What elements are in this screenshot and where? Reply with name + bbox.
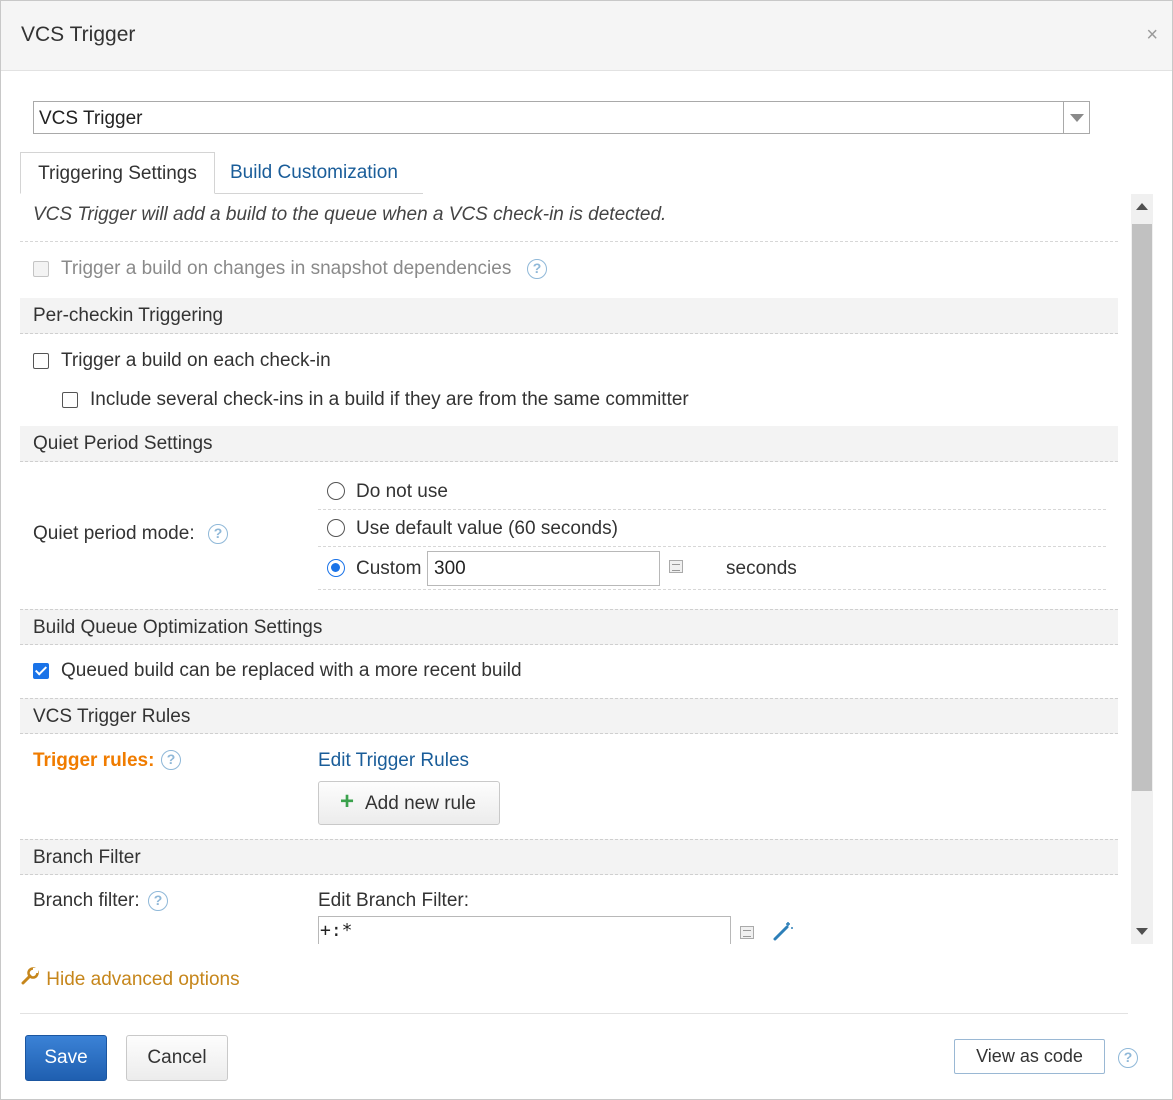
section-title: Branch Filter [33, 847, 141, 869]
settings-panel: VCS Trigger will add a build to the queu… [20, 194, 1128, 944]
radio-custom[interactable] [327, 559, 345, 577]
same-committer-label: Include several check-ins in a build if … [90, 389, 689, 411]
replace-queued-build-checkbox[interactable] [33, 663, 49, 679]
edit-list-icon[interactable] [740, 926, 754, 939]
branch-filter-textarea[interactable]: +:* [318, 916, 731, 944]
tab-build-customization[interactable]: Build Customization [230, 152, 398, 194]
tab-triggering-settings[interactable]: Triggering Settings [20, 152, 215, 194]
view-as-code-button[interactable]: View as code [954, 1039, 1105, 1074]
trigger-rules-label: Trigger rules: [33, 750, 154, 772]
branch-filter-label: Branch filter: [33, 890, 140, 912]
section-trigger-rules: VCS Trigger Rules [20, 698, 1118, 734]
panel-scrollbar[interactable] [1131, 194, 1153, 944]
section-branch-filter: Branch Filter [20, 839, 1118, 875]
hide-advanced-options-label: Hide advanced options [46, 969, 239, 990]
radio-default-value[interactable] [327, 519, 345, 537]
each-checkin-label: Trigger a build on each check-in [61, 350, 331, 372]
divider [20, 241, 1118, 242]
close-icon[interactable]: × [1146, 25, 1158, 45]
divider [318, 509, 1106, 510]
section-title: Quiet Period Settings [33, 433, 213, 455]
wrench-icon [21, 967, 41, 991]
dialog-title: VCS Trigger [21, 23, 135, 47]
help-icon[interactable]: ? [1118, 1048, 1138, 1068]
trigger-type-select[interactable]: VCS Trigger [33, 101, 1090, 134]
trigger-description: VCS Trigger will add a build to the queu… [33, 204, 666, 226]
scrollbar-thumb[interactable] [1132, 224, 1152, 791]
section-per-checkin: Per-checkin Triggering [20, 298, 1118, 334]
edit-branch-filter-label: Edit Branch Filter: [318, 890, 469, 912]
magic-wand-icon[interactable] [772, 920, 794, 942]
settings-tabs: Triggering Settings Build Customization [20, 152, 424, 194]
dialog-titlebar: VCS Trigger × [1, 1, 1172, 71]
section-title: Per-checkin Triggering [33, 305, 223, 327]
scroll-up-arrow-icon[interactable] [1136, 203, 1148, 210]
section-quiet-period: Quiet Period Settings [20, 426, 1118, 462]
hide-advanced-options-link[interactable]: Hide advanced options [21, 967, 240, 991]
help-icon[interactable]: ? [161, 750, 181, 770]
edit-trigger-rules-link[interactable]: Edit Trigger Rules [318, 750, 469, 772]
snapshot-dependencies-checkbox[interactable] [33, 261, 49, 277]
help-icon[interactable]: ? [148, 891, 168, 911]
vcs-trigger-dialog: VCS Trigger × VCS Trigger Triggering Set… [0, 0, 1173, 1100]
help-icon[interactable]: ? [527, 259, 547, 279]
divider [318, 546, 1106, 547]
radio-custom-label: Custom [356, 558, 421, 580]
add-new-rule-label: Add new rule [365, 793, 476, 815]
radio-default-value-label: Use default value (60 seconds) [356, 518, 618, 540]
section-title: VCS Trigger Rules [33, 706, 190, 728]
each-checkin-checkbox[interactable] [33, 353, 49, 369]
footer-divider [20, 1013, 1128, 1014]
add-new-rule-button[interactable]: + Add new rule [318, 781, 500, 825]
quiet-period-mode-label: Quiet period mode: [33, 523, 195, 545]
section-title: Build Queue Optimization Settings [33, 617, 322, 639]
divider [318, 589, 1106, 590]
save-button[interactable]: Save [25, 1035, 107, 1081]
edit-list-icon[interactable] [669, 560, 683, 573]
help-icon[interactable]: ? [208, 524, 228, 544]
radio-do-not-use[interactable] [327, 482, 345, 500]
dropdown-arrow-icon[interactable] [1063, 102, 1089, 133]
section-queue-optimization: Build Queue Optimization Settings [20, 609, 1118, 645]
plus-icon: + [340, 790, 354, 814]
seconds-unit-label: seconds [726, 558, 797, 580]
radio-do-not-use-label: Do not use [356, 481, 448, 503]
snapshot-dependencies-label: Trigger a build on changes in snapshot d… [61, 258, 511, 280]
trigger-type-value: VCS Trigger [39, 108, 142, 130]
custom-quiet-period-input[interactable] [427, 551, 660, 586]
cancel-button[interactable]: Cancel [126, 1035, 228, 1081]
scroll-down-arrow-icon[interactable] [1136, 928, 1148, 935]
same-committer-checkbox[interactable] [62, 392, 78, 408]
replace-queued-build-label: Queued build can be replaced with a more… [61, 660, 522, 682]
